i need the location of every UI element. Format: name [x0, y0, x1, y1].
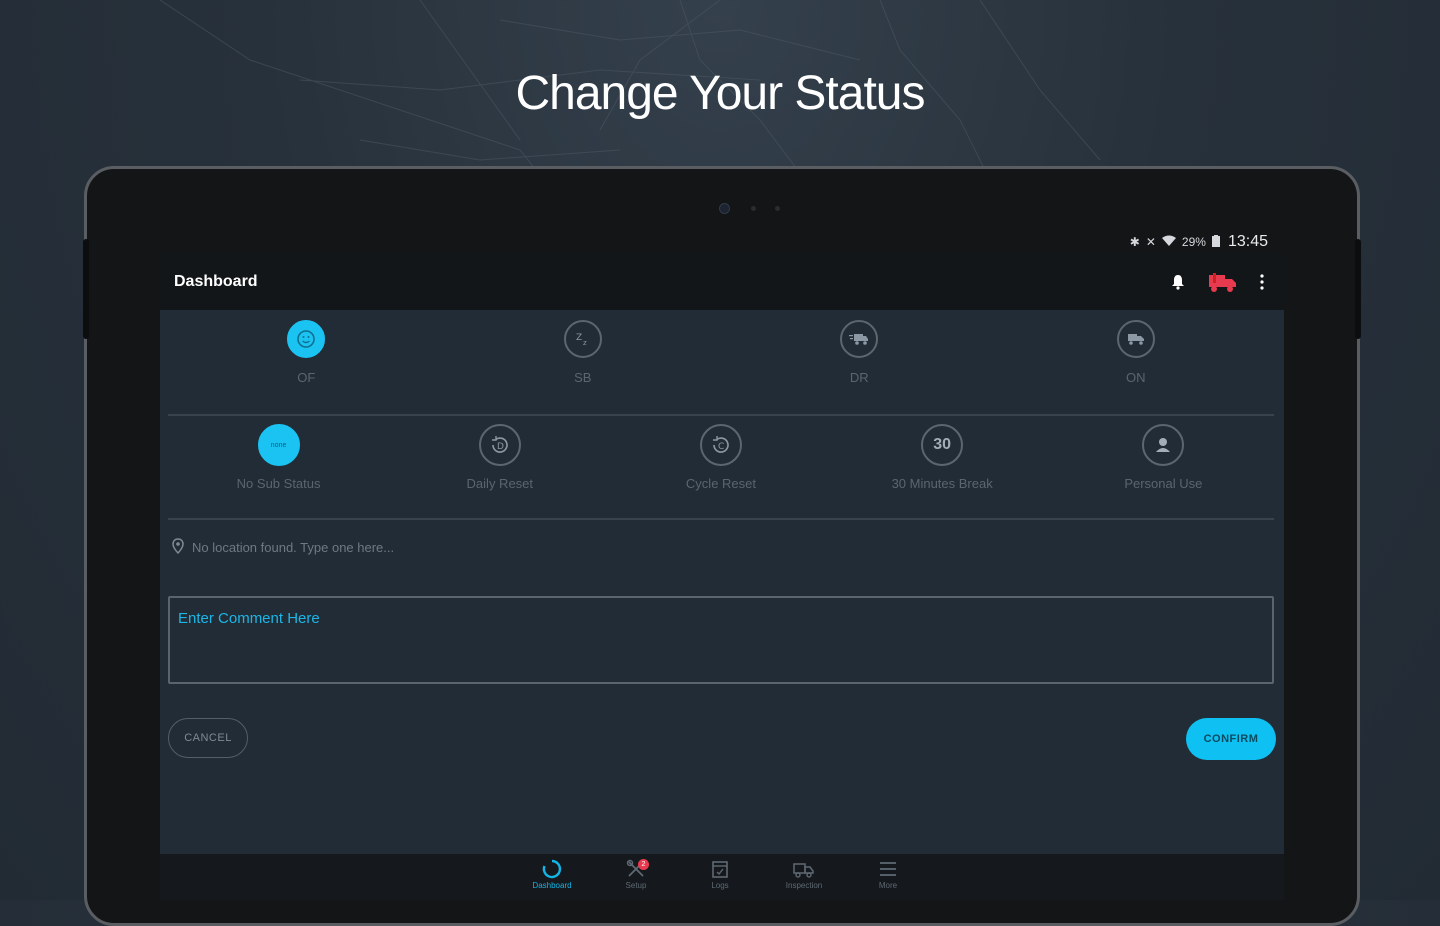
app-bar-actions — [1170, 271, 1270, 293]
comment-placeholder: Enter Comment Here — [178, 610, 320, 627]
overflow-menu-icon[interactable] — [1260, 274, 1264, 290]
nav-label: Dashboard — [532, 881, 572, 890]
svg-text:z: z — [583, 339, 587, 347]
mute-icon: ✕ — [1145, 235, 1156, 249]
duty-status-label: ON — [1126, 370, 1146, 385]
sub-status-personal-use[interactable]: Personal Use — [1063, 424, 1263, 518]
sensor-dot — [751, 206, 756, 211]
dashboard-spinner-icon — [542, 859, 562, 879]
clock-time: 13:45 — [1227, 233, 1268, 250]
nav-label: Setup — [625, 881, 647, 890]
menu-lines-icon — [880, 862, 896, 876]
cancel-button[interactable]: CANCEL — [168, 718, 248, 758]
bluetooth-icon: ✱ — [1129, 235, 1140, 249]
svg-text:C: C — [718, 442, 724, 452]
thirty-minute-icon: 30 — [921, 424, 964, 466]
promo-title: Change Your Status — [515, 67, 925, 120]
svg-text:D: D — [497, 442, 504, 452]
duty-status-on-duty[interactable]: ON — [1036, 320, 1236, 414]
comment-input[interactable]: Enter Comment Here — [168, 596, 1274, 684]
nav-inspection[interactable]: Inspection — [774, 858, 834, 890]
smiley-icon — [287, 320, 326, 358]
sub-status-label: 30 Minutes Break — [891, 476, 993, 491]
setup-badge: 2 — [638, 859, 649, 870]
person-icon — [1142, 424, 1185, 466]
bell-icon[interactable] — [1170, 274, 1186, 290]
bottom-navigation: Dashboard 2 Setup Logs Inspection More — [160, 854, 1284, 900]
sensor-dot — [775, 206, 780, 211]
duty-status-driving[interactable]: DR — [759, 320, 959, 414]
nav-setup[interactable]: 2 Setup — [606, 858, 666, 890]
battery-percent: 29% — [1181, 235, 1206, 249]
sub-status-cycle-reset[interactable]: C Cycle Reset — [621, 424, 821, 518]
sub-status-none[interactable]: none No Sub Status — [179, 424, 379, 518]
wifi-icon — [1161, 235, 1176, 250]
nav-logs[interactable]: Logs — [690, 858, 750, 890]
location-field[interactable]: No location found. Type one here... — [172, 538, 394, 557]
sub-status-label: Cycle Reset — [685, 476, 756, 491]
app-screen: ✱ ✕ 29% 13:45 Dashboard OF Z z SB DR ON … — [160, 230, 1284, 900]
system-status-bar: ✱ ✕ 29% 13:45 — [160, 230, 1284, 254]
log-book-icon — [712, 861, 728, 878]
duty-status-sleeper[interactable]: Zz SB — [483, 320, 683, 414]
tablet-side-button-left — [83, 239, 89, 339]
cycle-reset-icon: C — [699, 424, 742, 466]
nav-label: Logs — [711, 881, 729, 890]
sub-status-30-min-break[interactable]: 30 30 Minutes Break — [842, 424, 1042, 518]
sub-status-row: none No Sub Status D Daily Reset C Cycle… — [168, 424, 1274, 520]
location-placeholder: No location found. Type one here... — [192, 540, 395, 555]
duty-status-off[interactable]: OF — [206, 320, 406, 414]
truck-alert-icon[interactable] — [1208, 271, 1238, 293]
duty-status-label: OF — [297, 370, 316, 385]
battery-icon — [1211, 234, 1220, 250]
tablet-side-button-right — [1355, 239, 1361, 339]
page-title: Dashboard — [174, 273, 258, 290]
daily-reset-icon: D — [478, 424, 521, 466]
nav-label: Inspection — [785, 881, 823, 890]
truck-inspection-icon — [793, 863, 814, 878]
truck-moving-icon — [840, 320, 879, 358]
none-badge-icon: none — [257, 424, 300, 466]
sub-status-label: Personal Use — [1124, 476, 1203, 491]
confirm-button[interactable]: CONFIRM — [1186, 718, 1276, 760]
duty-status-row: OF Zz SB DR ON — [168, 320, 1274, 416]
app-bar: Dashboard — [160, 254, 1284, 310]
sub-status-label: Daily Reset — [466, 476, 534, 491]
sleep-zz-icon: Zz — [563, 320, 602, 358]
nav-label: More — [878, 881, 898, 890]
sub-status-label: No Sub Status — [236, 476, 321, 491]
location-pin-icon — [172, 538, 184, 557]
sub-status-daily-reset[interactable]: D Daily Reset — [400, 424, 600, 518]
front-camera — [719, 203, 730, 214]
duty-status-label: SB — [574, 370, 592, 385]
nav-more[interactable]: More — [858, 858, 918, 890]
duty-status-label: DR — [849, 370, 869, 385]
truck-icon — [1116, 320, 1155, 358]
nav-dashboard[interactable]: Dashboard — [522, 858, 582, 890]
svg-text:Z: Z — [576, 333, 582, 343]
